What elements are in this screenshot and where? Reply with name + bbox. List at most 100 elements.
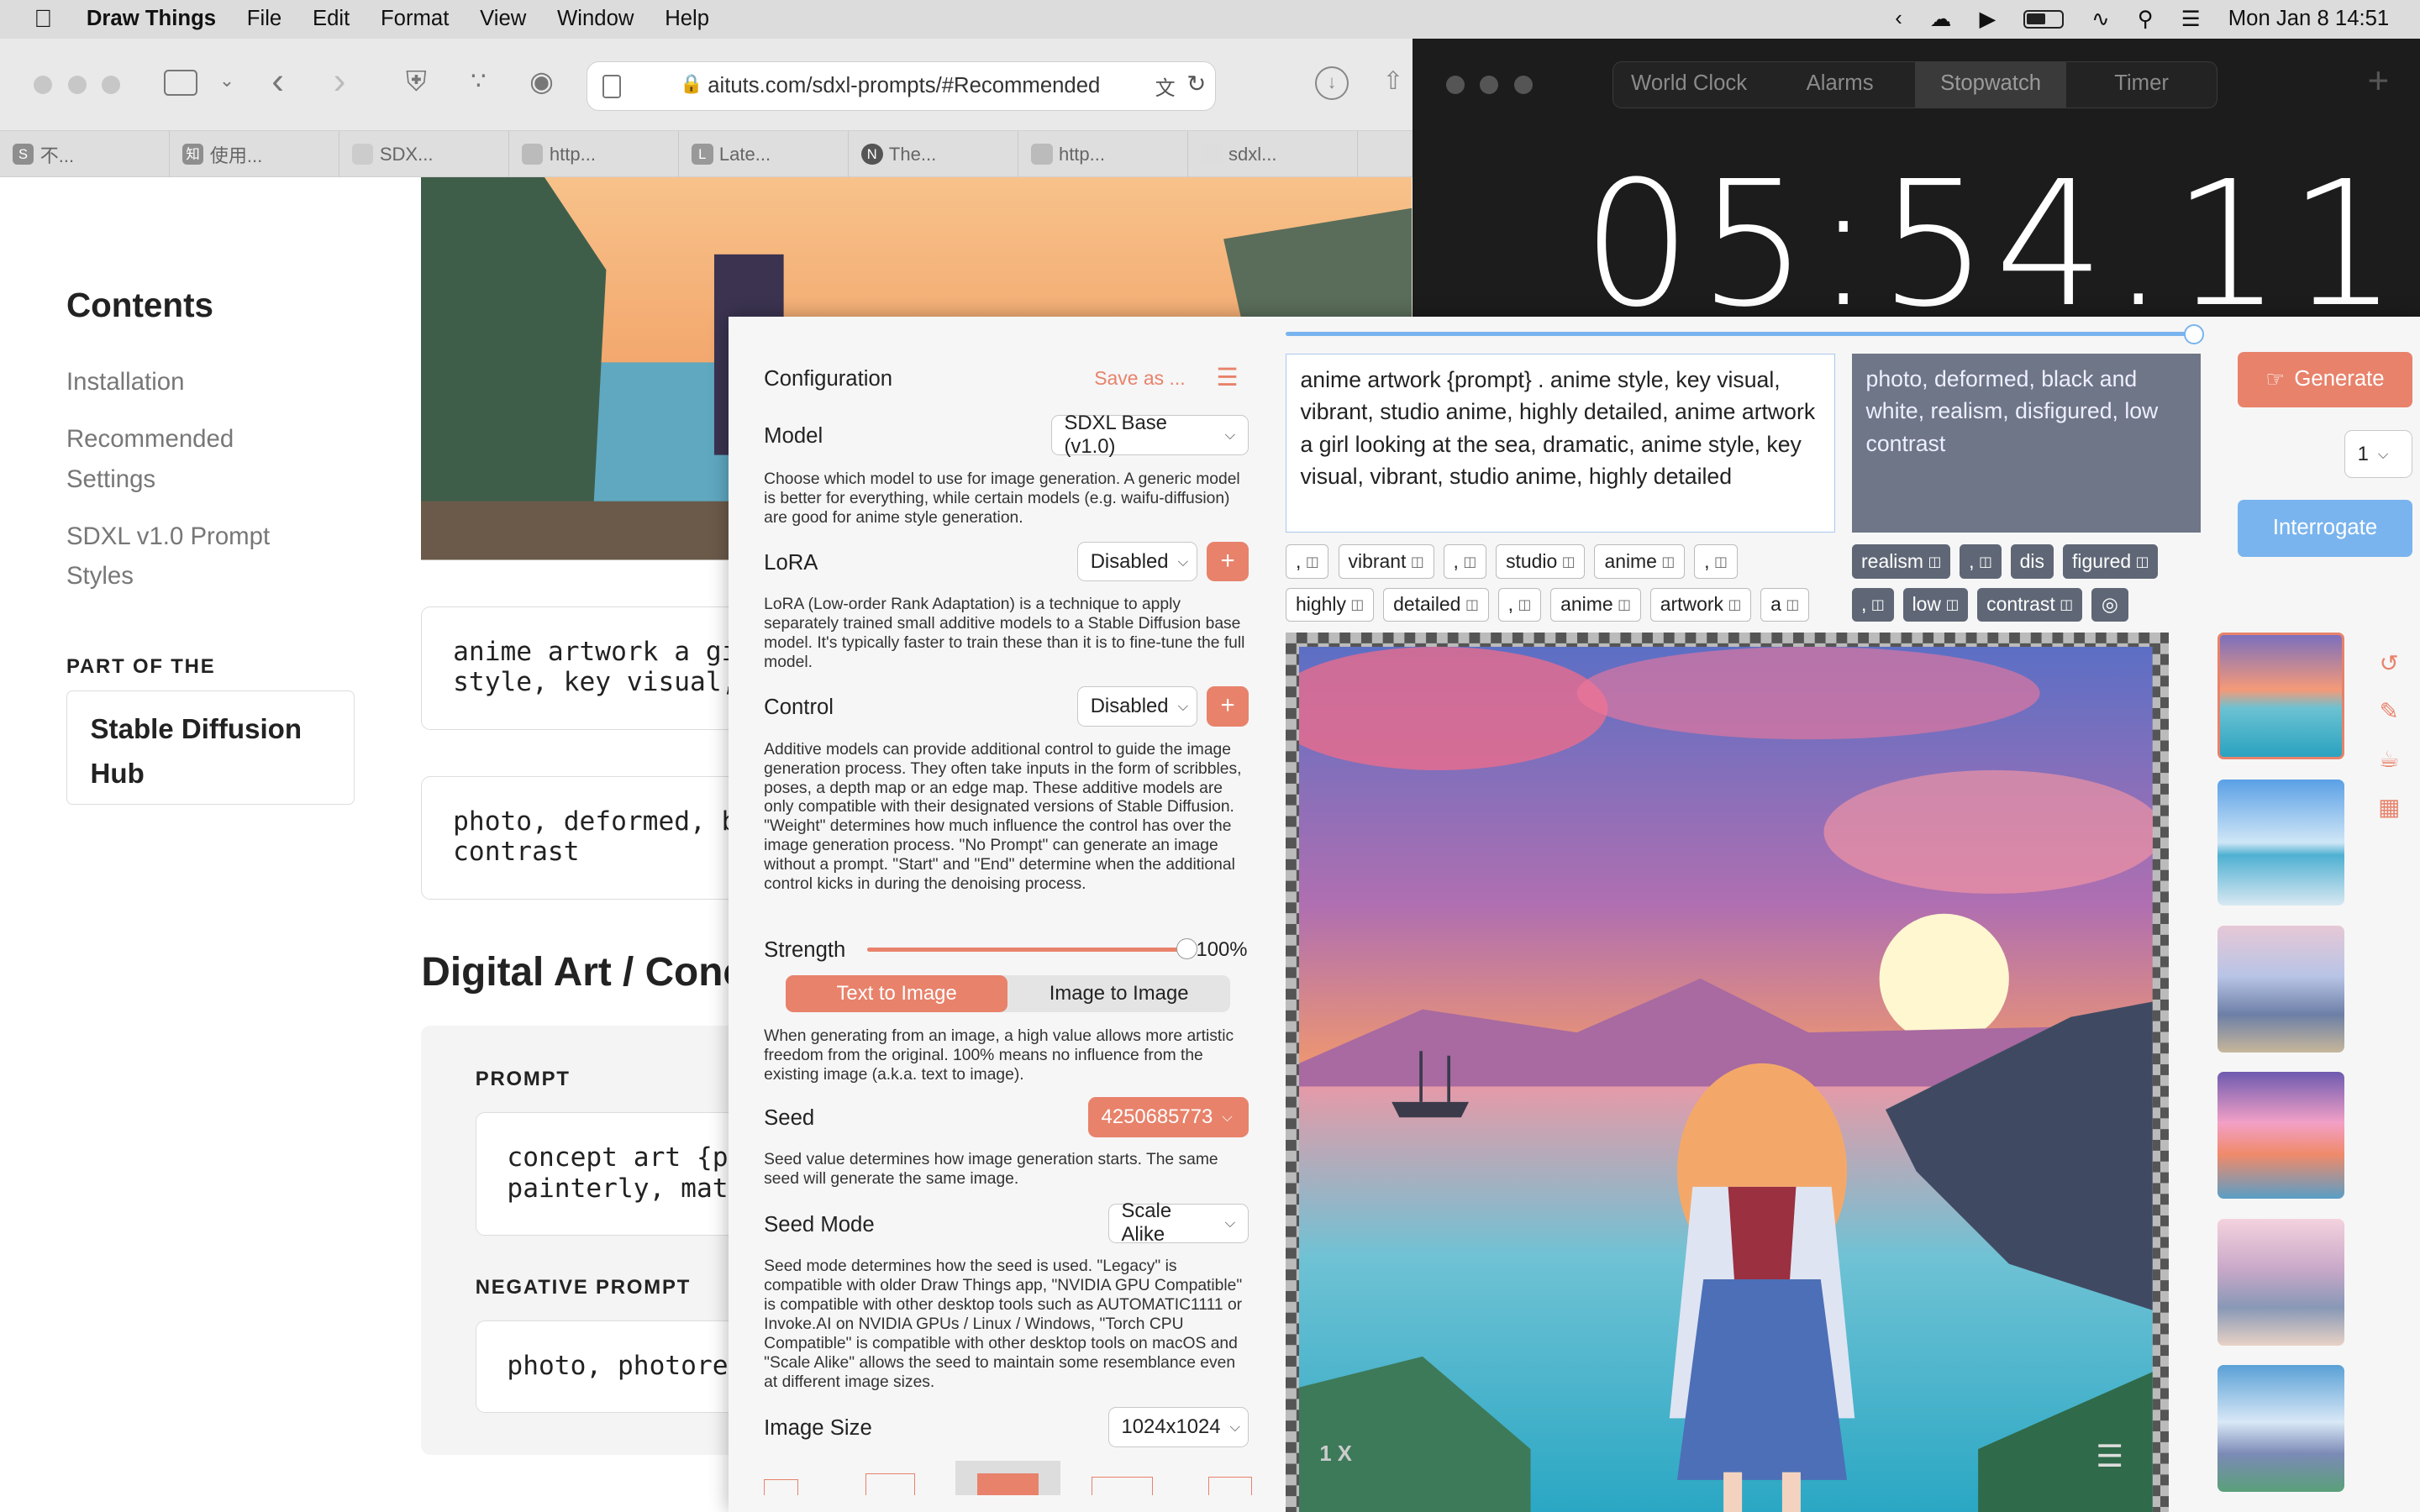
extension-icon[interactable]: ◉ bbox=[529, 65, 554, 98]
rss-icon[interactable]: ∵ bbox=[471, 66, 487, 96]
toc-styles[interactable]: Styles bbox=[66, 556, 355, 596]
tab-alarms[interactable]: Alarms bbox=[1765, 62, 1916, 107]
tab-timer[interactable]: Timer bbox=[2066, 62, 2217, 107]
reload-icon[interactable]: ↻ bbox=[1186, 70, 1207, 97]
url-text[interactable]: aituts.com/sdxl-prompts/#Recommended bbox=[708, 74, 1100, 98]
image-to-image-button[interactable]: Image to Image bbox=[1007, 975, 1229, 1012]
token[interactable]: anime ◫ bbox=[1550, 587, 1641, 622]
history-thumbnail[interactable] bbox=[2217, 633, 2344, 759]
zoom-button[interactable] bbox=[102, 75, 121, 95]
seed-mode-select[interactable]: Scale Alike ⌵ bbox=[1107, 1200, 1249, 1246]
strength-slider-thumb[interactable] bbox=[1176, 937, 1198, 960]
token[interactable]: anime ◫ bbox=[1594, 544, 1686, 579]
datetime[interactable]: Mon Jan 8 14:51 bbox=[2228, 7, 2389, 31]
menu-help[interactable]: Help bbox=[665, 7, 709, 31]
layers-icon[interactable]: ☰ bbox=[2096, 1438, 2123, 1474]
back-icon[interactable]: ‹ bbox=[271, 60, 284, 102]
menu-edit[interactable]: Edit bbox=[313, 7, 350, 31]
history-icon[interactable]: ↺ bbox=[2377, 640, 2402, 688]
sidebar-icon[interactable] bbox=[163, 69, 198, 96]
interrogate-button[interactable]: Interrogate bbox=[2238, 500, 2412, 558]
negative-token[interactable]: , ◫ bbox=[1852, 587, 1894, 622]
menu-window[interactable]: Window bbox=[557, 7, 634, 31]
token[interactable]: , ◫ bbox=[1497, 587, 1542, 622]
share-icon[interactable]: ⇧ bbox=[1383, 66, 1404, 96]
add-lora-button[interactable]: + bbox=[1207, 541, 1249, 582]
search-icon[interactable]: ⚲ bbox=[2138, 7, 2154, 32]
token[interactable]: , ◫ bbox=[1694, 544, 1738, 579]
progress-track[interactable] bbox=[1285, 331, 2196, 337]
zoom-button[interactable] bbox=[1513, 75, 1533, 95]
history-thumbnail[interactable] bbox=[2217, 926, 2344, 1053]
token[interactable]: a ◫ bbox=[1760, 587, 1810, 622]
translate-icon[interactable]: 文 bbox=[1155, 71, 1176, 102]
tab-world-clock[interactable]: World Clock bbox=[1613, 62, 1765, 107]
history-thumbnail[interactable] bbox=[2217, 1072, 2344, 1200]
strength-slider-track[interactable] bbox=[867, 947, 1186, 953]
browser-tab[interactable]: http... bbox=[509, 131, 680, 178]
prompt-input[interactable]: anime artwork {prompt} . anime style, ke… bbox=[1285, 353, 1835, 533]
toc-prompt[interactable]: SDXL v1.0 Prompt bbox=[66, 517, 355, 557]
negative-token[interactable]: , ◫ bbox=[1960, 544, 2002, 579]
menu-app-name[interactable]: Draw Things bbox=[87, 7, 216, 31]
negative-token[interactable]: contrast ◫ bbox=[1977, 587, 2082, 622]
browser-tab[interactable]: http... bbox=[1018, 131, 1189, 178]
apple-icon[interactable]:  bbox=[34, 5, 52, 34]
prompt-code-block[interactable]: anime artwork a gi style, key visual, bbox=[421, 606, 761, 730]
seed-field[interactable]: 4250685773 ⌵ bbox=[1087, 1096, 1249, 1137]
cloud-icon[interactable]: ☁ bbox=[1930, 7, 1952, 32]
text-to-image-button[interactable]: Text to Image bbox=[785, 974, 1008, 1012]
wifi-icon[interactable]: ∿ bbox=[2091, 7, 2110, 32]
negative-token[interactable]: low ◫ bbox=[1902, 587, 1969, 622]
url-bar[interactable]: 🔒 aituts.com/sdxl-prompts/#Recommended 文… bbox=[586, 61, 1217, 112]
forward-icon[interactable]: › bbox=[334, 60, 346, 102]
image-size-select[interactable]: 1024x1024 ⌵ bbox=[1107, 1407, 1249, 1447]
token[interactable]: highly ◫ bbox=[1285, 587, 1375, 622]
lora-select[interactable]: Disabled ⌵ bbox=[1077, 541, 1198, 582]
negative-prompt-input[interactable]: photo, deformed, black and white, realis… bbox=[1852, 353, 2202, 533]
browser-tab[interactable]: SDX... bbox=[339, 131, 510, 178]
history-thumbnail[interactable] bbox=[2217, 779, 2344, 906]
save-as-button[interactable]: Save as ... bbox=[1094, 367, 1185, 390]
play-circle-icon[interactable]: ▶ bbox=[1980, 7, 1996, 32]
menu-format[interactable]: Format bbox=[381, 7, 449, 31]
history-thumbnail[interactable] bbox=[2217, 1218, 2344, 1346]
add-button[interactable]: + bbox=[2367, 60, 2389, 102]
generate-button[interactable]: ☞ Generate bbox=[2238, 351, 2412, 407]
negative-token[interactable]: dis bbox=[2010, 544, 2054, 579]
browser-tab[interactable]: S 不... bbox=[0, 131, 171, 178]
menu-file[interactable]: File bbox=[247, 7, 281, 31]
toc-settings[interactable]: Settings bbox=[66, 459, 355, 500]
token[interactable]: , ◫ bbox=[1285, 544, 1329, 579]
negative-token-add[interactable]: ◎ bbox=[2091, 587, 2128, 622]
model-select[interactable]: SDXL Base (v1.0) ⌵ bbox=[1050, 412, 1249, 458]
edit-icon[interactable]: ✎ bbox=[2377, 688, 2402, 736]
aspect-ratio-options[interactable] bbox=[764, 1461, 1252, 1495]
canvas-area[interactable]: 1 X ☰ bbox=[1285, 633, 2169, 1512]
token[interactable]: studio ◫ bbox=[1496, 544, 1586, 579]
token[interactable]: vibrant ◫ bbox=[1338, 544, 1434, 579]
chevron-down-icon[interactable]: ⌄ bbox=[219, 70, 234, 92]
tab-stopwatch[interactable]: Stopwatch bbox=[1915, 62, 2066, 108]
list-icon[interactable]: ☰ bbox=[1216, 363, 1238, 392]
close-button[interactable] bbox=[34, 75, 53, 95]
toc-recommended[interactable]: Recommended bbox=[66, 419, 355, 459]
minimize-button[interactable] bbox=[1480, 75, 1499, 95]
close-button[interactable] bbox=[1445, 75, 1465, 95]
toc-installation[interactable]: Installation bbox=[66, 362, 355, 402]
grid-icon[interactable]: ▦ bbox=[2377, 784, 2402, 832]
browser-tab[interactable]: L Late... bbox=[679, 131, 850, 178]
browser-tab[interactable]: N The... bbox=[849, 131, 1019, 178]
minimize-button[interactable] bbox=[67, 75, 87, 95]
negative-token[interactable]: realism ◫ bbox=[1852, 544, 1951, 579]
shield-icon[interactable]: ⛨ bbox=[406, 66, 427, 98]
batch-count-select[interactable]: 1 ⌵ bbox=[2344, 430, 2412, 479]
token[interactable]: detailed ◫ bbox=[1383, 587, 1489, 622]
browser-tab[interactable]: 知使用... bbox=[170, 131, 340, 178]
token[interactable]: artwork ◫ bbox=[1649, 587, 1752, 622]
history-thumbnail[interactable] bbox=[2217, 1365, 2344, 1493]
battery-icon[interactable] bbox=[2023, 9, 2065, 29]
browser-tab[interactable]: sdxl... bbox=[1188, 131, 1359, 178]
add-control-button[interactable]: + bbox=[1207, 686, 1249, 727]
download-icon[interactable]: ↓ bbox=[1314, 66, 1349, 101]
